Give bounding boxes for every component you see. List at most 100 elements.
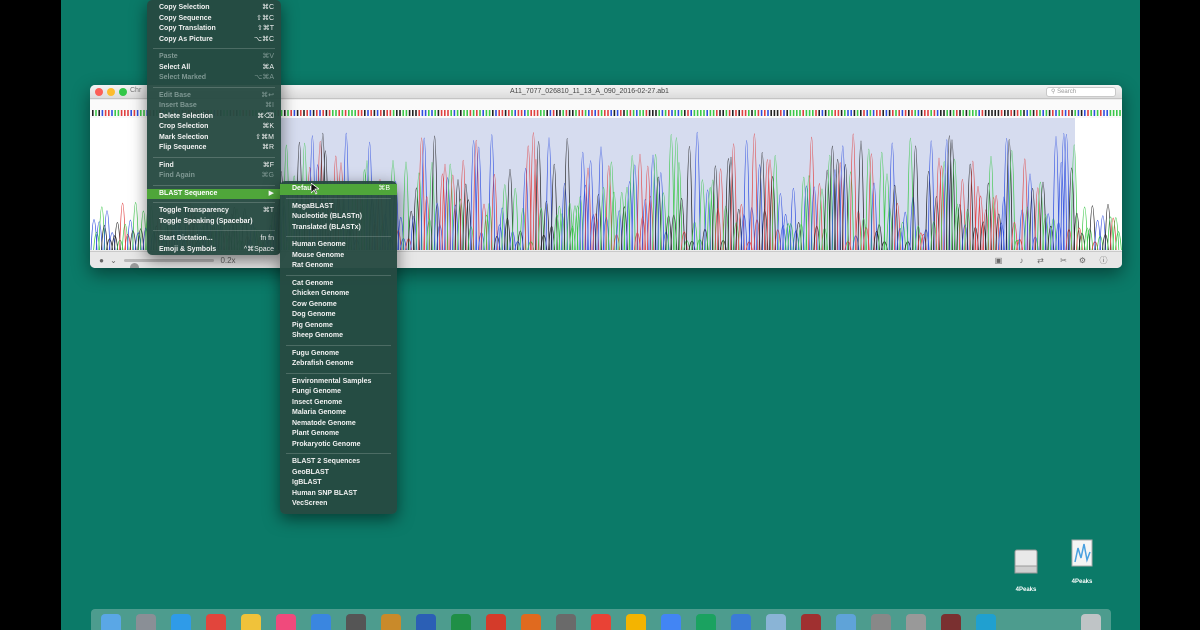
search-input[interactable]: ⚲ Search [1046, 87, 1116, 97]
menu-item[interactable]: Find ⌘F [147, 161, 281, 172]
menu-item[interactable]: Emoji & Symbols ^⌘Space [147, 245, 281, 256]
blast-menu-item[interactable]: VecScreen [280, 499, 397, 510]
desktop-icon-app[interactable]: 4Peaks [1065, 538, 1099, 585]
blast-menu-item[interactable]: Sheep Genome [280, 331, 397, 342]
blast-menu-item[interactable]: Nematode Genome [280, 419, 397, 430]
gear-icon[interactable]: ⚙ [1077, 255, 1088, 266]
menu-item[interactable]: Find Again ⌘G [147, 171, 281, 182]
blast-menu-item[interactable]: Malaria Genome [280, 408, 397, 419]
zoom-window-icon[interactable] [119, 88, 127, 96]
trash-icon[interactable] [1081, 614, 1101, 630]
menu-item[interactable]: Crop Selection ⌘K [147, 122, 281, 133]
blast-menu-item[interactable]: MegaBLAST [280, 202, 397, 213]
blast-menu-item[interactable]: Dog Genome [280, 310, 397, 321]
dock-app-icon[interactable] [941, 614, 961, 630]
base-call-mark [536, 110, 539, 116]
blast-menu-item[interactable]: Default ⌘B [280, 184, 397, 195]
menu-item-shortcut: ▶ [268, 189, 274, 197]
menu-item[interactable]: Select All ⌘A [147, 63, 281, 74]
blast-menu-item[interactable]: Rat Genome [280, 261, 397, 272]
menu-item-label: Rat Genome [292, 262, 334, 269]
menu-item[interactable]: BLAST Sequence ▶ [147, 188, 281, 199]
dock-app-icon[interactable] [591, 614, 611, 630]
blast-menu-item[interactable]: GeoBLAST [280, 468, 397, 479]
desktop-icon-drive[interactable]: 4Peaks [1009, 546, 1043, 593]
dock-app-icon[interactable] [731, 614, 751, 630]
menu-item[interactable]: Mark Selection ⇧⌘M [147, 133, 281, 144]
dock-app-icon[interactable] [101, 614, 121, 630]
base-call-mark [680, 110, 683, 116]
blast-menu-item[interactable]: Environmental Samples [280, 377, 397, 388]
blast-menu-item[interactable]: Nucleotide (BLASTn) [280, 212, 397, 223]
blast-menu-item[interactable]: Fugu Genome [280, 349, 397, 360]
dock-app-icon[interactable] [661, 614, 681, 630]
blast-menu-item[interactable]: Mouse Genome [280, 251, 397, 262]
menu-item[interactable]: Paste ⌘V [147, 52, 281, 63]
menu-item[interactable]: Select Marked ⌥⌘A [147, 73, 281, 84]
dock-app-icon[interactable] [416, 614, 436, 630]
blast-menu-item[interactable]: Human Genome [280, 240, 397, 251]
blast-menu-item[interactable]: Chicken Genome [280, 289, 397, 300]
menu-item[interactable]: Delete Selection ⌘⌫ [147, 112, 281, 123]
dock-app-icon[interactable] [451, 614, 471, 630]
zoom-slider-thumb[interactable] [130, 263, 139, 268]
crop-icon[interactable]: ✂ [1058, 255, 1069, 266]
dock-app-icon[interactable] [766, 614, 786, 630]
menu-item[interactable]: Copy Sequence ⇧⌘C [147, 14, 281, 25]
dock-app-icon[interactable] [801, 614, 821, 630]
minimize-window-icon[interactable] [107, 88, 115, 96]
zoom-slider[interactable] [124, 259, 214, 268]
blast-menu-item[interactable]: Cat Genome [280, 279, 397, 290]
dock-app-icon[interactable] [241, 614, 261, 630]
menu-item[interactable]: Start Dictation... fn fn [147, 234, 281, 245]
dock-app-icon[interactable] [696, 614, 716, 630]
close-window-icon[interactable] [95, 88, 103, 96]
blast-menu-item[interactable]: BLAST 2 Sequences [280, 457, 397, 468]
menu-item[interactable]: Insert Base ⌘I [147, 101, 281, 112]
dock-app-icon[interactable] [521, 614, 541, 630]
dock-app-icon[interactable] [381, 614, 401, 630]
record-icon[interactable]: ● [96, 255, 107, 266]
dock-app-icon[interactable] [171, 614, 191, 630]
menu-item[interactable]: Copy As Picture ⌥⌘C [147, 35, 281, 46]
info-icon[interactable]: ⓘ [1098, 255, 1109, 266]
microphone-icon[interactable]: ♪ [1016, 255, 1027, 266]
blast-menu-item[interactable]: Fungi Genome [280, 387, 397, 398]
base-call-mark [556, 110, 558, 116]
dock-app-icon[interactable] [276, 614, 296, 630]
flip-icon[interactable]: ⇄ [1035, 255, 1046, 266]
blast-menu-item[interactable]: Pig Genome [280, 321, 397, 332]
base-call-mark [792, 110, 795, 116]
base-call-mark [636, 110, 638, 116]
dock-app-icon[interactable] [486, 614, 506, 630]
menu-item[interactable]: Copy Translation ⇧⌘T [147, 24, 281, 35]
base-call-mark [696, 110, 699, 116]
dock-app-icon[interactable] [626, 614, 646, 630]
dock-app-icon[interactable] [906, 614, 926, 630]
menu-item[interactable]: Toggle Speaking (Spacebar) [147, 217, 281, 228]
blast-menu-item[interactable]: Insect Genome [280, 398, 397, 409]
base-call-mark [1004, 110, 1006, 116]
dock-app-icon[interactable] [136, 614, 156, 630]
dock-app-icon[interactable] [836, 614, 856, 630]
dock-app-icon[interactable] [346, 614, 366, 630]
dock-app-icon[interactable] [871, 614, 891, 630]
camera-icon[interactable]: ▣ [993, 255, 1004, 266]
menu-item[interactable]: Toggle Transparency ⌘T [147, 206, 281, 217]
menu-item[interactable]: Copy Selection ⌘C [147, 3, 281, 14]
base-call-mark [533, 110, 536, 116]
dock-app-icon[interactable] [976, 614, 996, 630]
dock-app-icon[interactable] [311, 614, 331, 630]
blast-menu-item[interactable]: Zebrafish Genome [280, 359, 397, 370]
dock-app-icon[interactable] [556, 614, 576, 630]
menu-item[interactable]: Flip Sequence ⌘R [147, 143, 281, 154]
blast-menu-item[interactable]: IgBLAST [280, 478, 397, 489]
blast-menu-item[interactable]: Plant Genome [280, 429, 397, 440]
dock-app-icon[interactable] [206, 614, 226, 630]
chevron-down-icon[interactable]: ⌄ [108, 255, 119, 266]
blast-menu-item[interactable]: Translated (BLASTx) [280, 223, 397, 234]
blast-menu-item[interactable]: Prokaryotic Genome [280, 440, 397, 451]
blast-menu-item[interactable]: Cow Genome [280, 300, 397, 311]
blast-menu-item[interactable]: Human SNP BLAST [280, 489, 397, 500]
menu-item[interactable]: Edit Base ⌘↩ [147, 91, 281, 102]
